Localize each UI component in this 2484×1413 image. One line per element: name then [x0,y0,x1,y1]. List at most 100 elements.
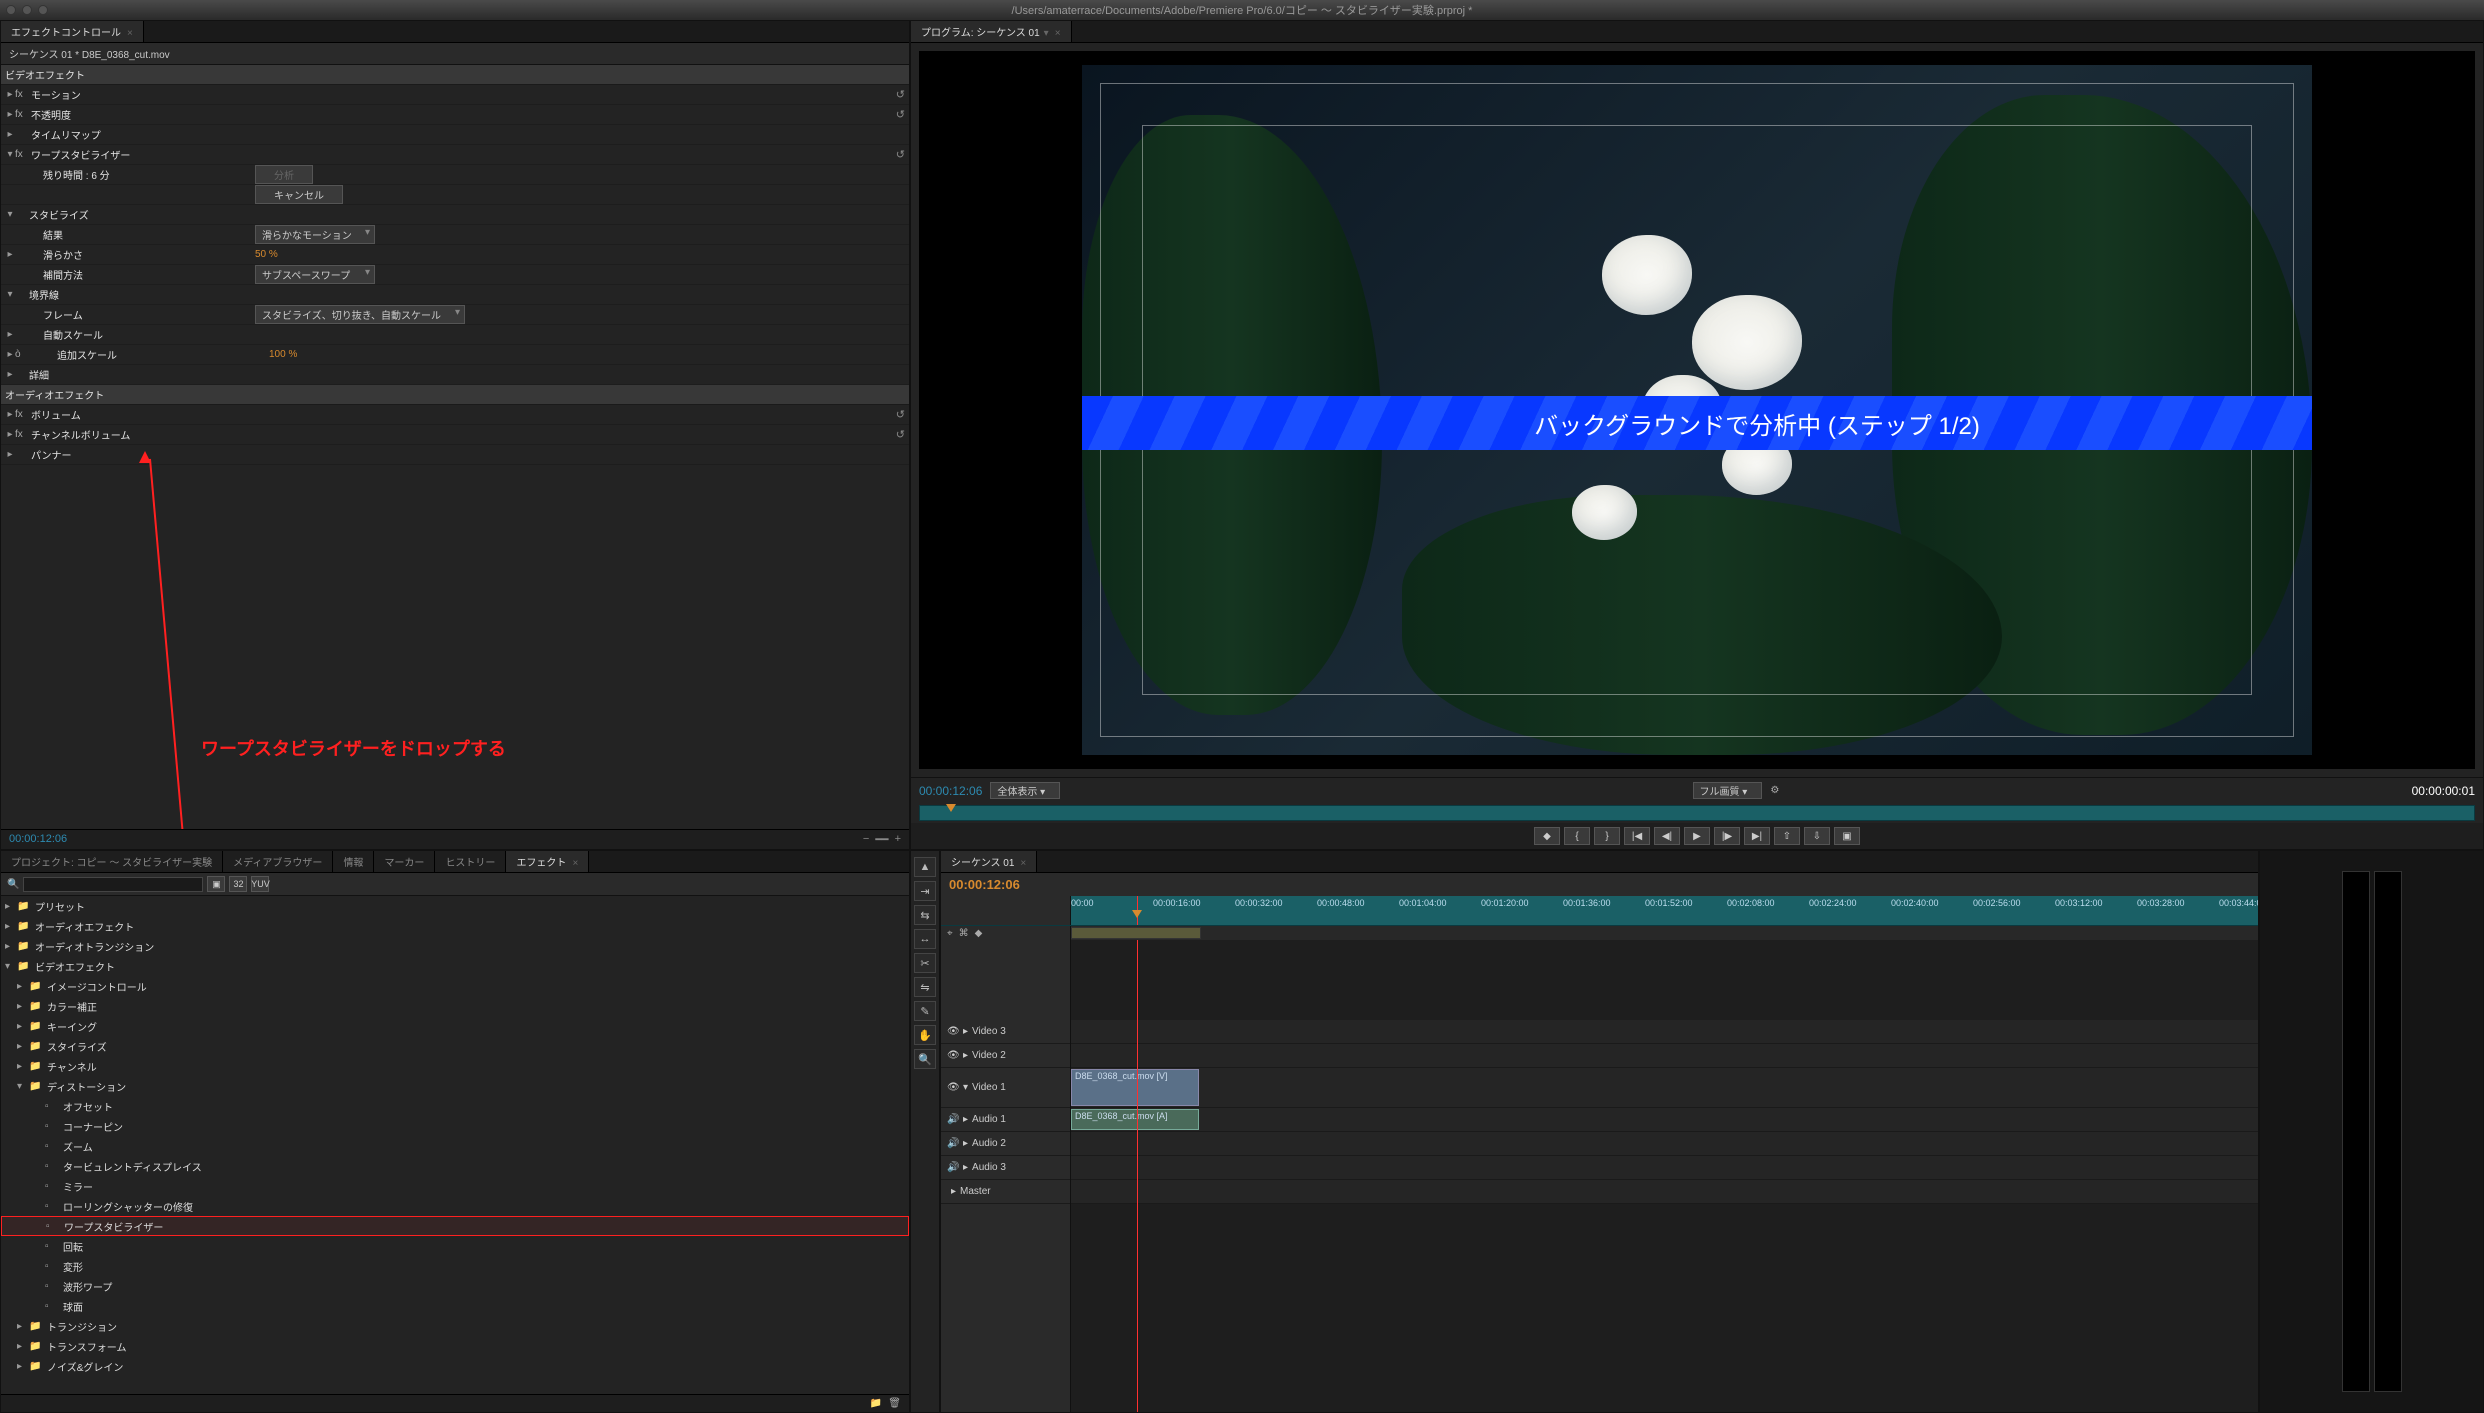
close-window-dot[interactable] [6,5,16,15]
effects-tree-item[interactable]: ▾📁ディストーション [1,1076,909,1096]
tab-sequence[interactable]: シーケンス 01× [941,851,1037,872]
tab-effects[interactable]: エフェクト× [506,851,589,872]
speaker-icon[interactable]: 🔊 [947,1138,959,1149]
effect-opacity[interactable]: 不透明度 [31,107,271,122]
linked-selection-icon[interactable]: ⌘ [959,928,969,939]
fx-badge[interactable]: fx [15,89,29,100]
play-button[interactable]: ▶ [1684,827,1710,845]
eye-icon[interactable]: 👁 [947,1082,959,1093]
track-header-master[interactable]: ▸Master [941,1180,1070,1204]
framing-dropdown[interactable]: スタビライズ、切り抜き、自動スケール [255,305,465,324]
twirl-icon[interactable]: ▸ [5,941,17,952]
fx-badge[interactable]: fx [15,109,29,120]
twirl-icon[interactable]: ▸ [5,429,15,440]
resolution-dropdown[interactable]: フル画質 ▾ [1693,782,1763,799]
twirl-icon[interactable]: ▸ [5,329,15,340]
tab-history[interactable]: ヒストリー [435,851,506,872]
smoothness-value[interactable]: 50 % [255,249,278,260]
chevron-down-icon[interactable]: ▾ [1044,28,1049,39]
twirl-icon[interactable]: ▸ [5,449,15,460]
fx-badge[interactable]: fx [15,429,29,440]
step-forward-button[interactable]: |▶ [1714,827,1740,845]
effects-tree-item[interactable]: ▫タービュレントディスプレイス [1,1156,909,1176]
audio-clip[interactable]: D8E_0368_cut.mov [A] [1071,1109,1199,1130]
effects-tree-item[interactable]: ▸📁トランジション [1,1316,909,1336]
zoom-slider[interactable]: ━━ [875,833,888,846]
tab-info[interactable]: 情報 [333,851,374,872]
twirl-icon[interactable]: ▾ [5,289,15,300]
effects-tree-item[interactable]: ▾📁ビデオエフェクト [1,956,909,976]
marker-add-icon[interactable]: ◆ [975,928,983,939]
twirl-icon[interactable]: ▸ [963,1114,968,1125]
reset-icon[interactable]: ↺ [896,88,905,101]
tab-program[interactable]: プログラム: シーケンス 01▾× [911,21,1072,42]
work-area-bar[interactable]: ⌖ ⌘ ◆ [941,926,2258,940]
timeline-ruler[interactable]: 00:0000:00:16:0000:00:32:0000:00:48:0000… [941,896,2258,926]
razor-tool[interactable]: ✂ [914,953,936,973]
twirl-icon[interactable]: ▸ [5,89,15,100]
speaker-icon[interactable]: 🔊 [947,1114,959,1125]
effects-tree-item[interactable]: ▫ワープスタビライザー [1,1216,909,1236]
param-advanced[interactable]: 詳細 [15,367,255,382]
timeline-timecode[interactable]: 00:00:12:06 [949,877,1020,892]
twirl-icon[interactable]: ▸ [5,129,15,140]
add-marker-button[interactable]: ◆ [1534,827,1560,845]
twirl-icon[interactable]: ▸ [17,1041,29,1052]
effects-search-input[interactable] [23,877,203,892]
effects-tree-item[interactable]: ▫ローリングシャッターの修復 [1,1196,909,1216]
filter-accelerated-button[interactable]: ▣ [207,876,225,892]
tab-project[interactable]: プロジェクト: コピー ～ スタビライザー実験 [1,851,223,872]
effects-tree-item[interactable]: ▸📁トランスフォーム [1,1336,909,1356]
minimize-window-dot[interactable] [22,5,32,15]
effects-tree-item[interactable]: ▫ズーム [1,1136,909,1156]
reset-icon[interactable]: ↺ [896,108,905,121]
program-timecode-current[interactable]: 00:00:12:06 [919,784,982,798]
step-back-button[interactable]: ◀| [1654,827,1680,845]
go-to-in-button[interactable]: |◀ [1624,827,1650,845]
reset-icon[interactable]: ↺ [896,148,905,161]
mark-out-button[interactable]: } [1594,827,1620,845]
effects-tree-item[interactable]: ▫波形ワープ [1,1276,909,1296]
eye-icon[interactable]: 👁 [947,1050,959,1061]
selection-tool[interactable]: ▲ [914,857,936,877]
export-frame-button[interactable]: ▣ [1834,827,1860,845]
effects-tree-item[interactable]: ▸📁オーディオトランジション [1,936,909,956]
effects-tree[interactable]: ▸📁プリセット▸📁オーディオエフェクト▸📁オーディオトランジション▾📁ビデオエフ… [1,896,909,1394]
twirl-icon[interactable]: ▸ [17,1321,29,1332]
effects-tree-item[interactable]: ▫回転 [1,1236,909,1256]
ripple-edit-tool[interactable]: ⇆ [914,905,936,925]
twirl-icon[interactable]: ▸ [5,249,15,260]
effects-tree-item[interactable]: ▸📁カラー補正 [1,996,909,1016]
twirl-icon[interactable]: ▸ [5,109,15,120]
speaker-icon[interactable]: 🔊 [947,1162,959,1173]
twirl-icon[interactable]: ▸ [17,1061,29,1072]
effects-tree-item[interactable]: ▫ミラー [1,1176,909,1196]
twirl-icon[interactable]: ▸ [5,409,15,420]
fx-badge[interactable]: fx [15,149,29,160]
settings-icon[interactable]: ⚙ [1770,785,1779,796]
effect-motion[interactable]: モーション [31,87,271,102]
effects-tree-item[interactable]: ▸📁スタイライズ [1,1036,909,1056]
tab-markers[interactable]: マーカー [374,851,435,872]
program-view[interactable]: バックグラウンドで分析中 (ステップ 1/2) [919,51,2475,769]
track-header-v1[interactable]: 👁▾Video 1 [941,1068,1070,1108]
method-dropdown[interactable]: サブスペースワープ [255,265,375,284]
twirl-icon[interactable]: ▾ [5,961,17,972]
twirl-icon[interactable]: ▸ [17,1341,29,1352]
result-dropdown[interactable]: 滑らかなモーション [255,225,375,244]
close-icon[interactable]: × [1020,858,1026,869]
lift-button[interactable]: ⇧ [1774,827,1800,845]
go-to-out-button[interactable]: ▶| [1744,827,1770,845]
filter-yuv-button[interactable]: YUV [251,876,269,892]
twirl-icon[interactable]: ▸ [5,921,17,932]
twirl-icon[interactable]: ▾ [5,149,15,160]
reset-icon[interactable]: ↺ [896,428,905,441]
delete-icon[interactable]: 🗑 [888,1398,901,1409]
effects-tree-item[interactable]: ▫変形 [1,1256,909,1276]
filter-32bit-button[interactable]: 32 [229,876,247,892]
tab-effect-controls[interactable]: エフェクトコントロール× [1,21,144,42]
twirl-icon[interactable]: ▸ [17,1021,29,1032]
twirl-icon[interactable]: ▸ [17,1001,29,1012]
snap-icon[interactable]: ⌖ [947,928,953,939]
twirl-icon[interactable]: ▸ [5,349,15,360]
